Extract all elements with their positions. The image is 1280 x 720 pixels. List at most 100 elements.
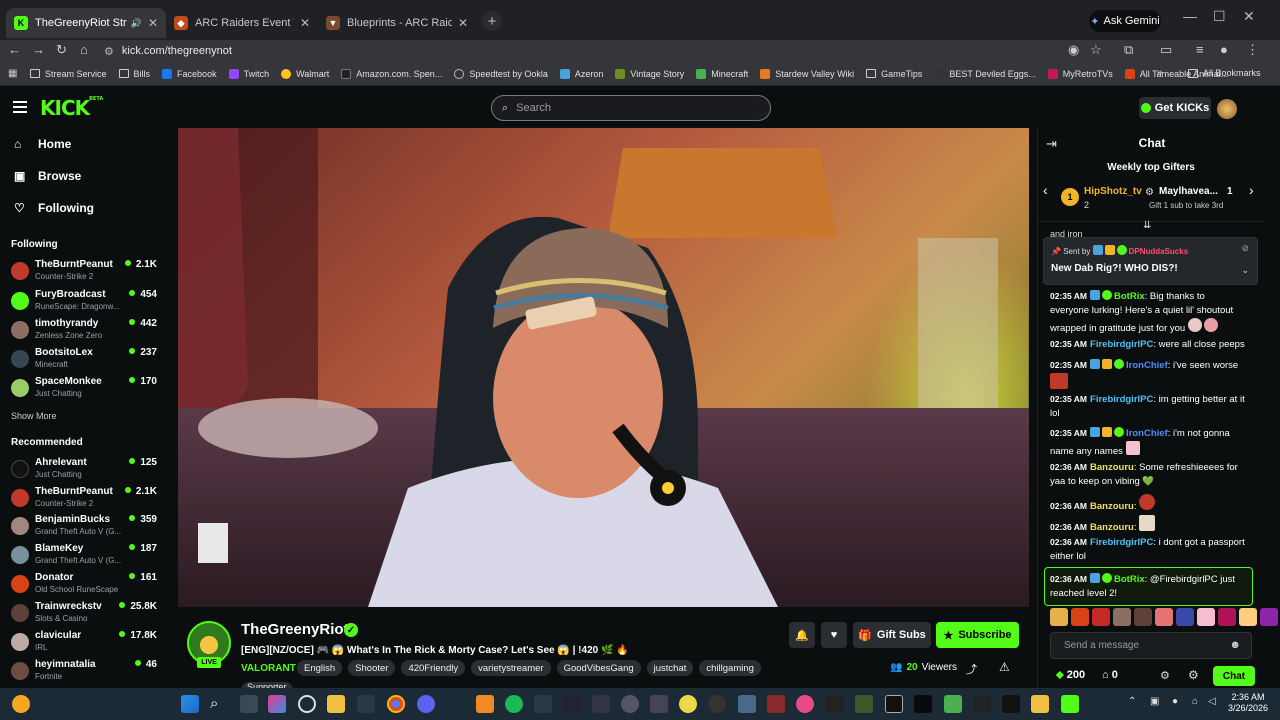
star-icon[interactable]: ☆ <box>1090 42 1102 58</box>
pin-toggle-icon[interactable]: ⇊ <box>1143 220 1151 231</box>
all-bookmarks[interactable]: All Bookmarks <box>1188 68 1261 78</box>
emote-icon[interactable] <box>1155 608 1173 626</box>
channel-name[interactable]: TheGreenyRiot <box>241 621 349 638</box>
followed-channel[interactable]: timothyrandy Zenless Zone Zero 442 <box>11 318 161 344</box>
followed-channel[interactable]: FuryBroadcast RuneScape: Dragonw... 454 <box>11 289 161 315</box>
kebab-menu-icon[interactable]: ⋮ <box>1246 42 1259 58</box>
app-icon[interactable] <box>1002 695 1020 713</box>
close-icon[interactable]: ✕ <box>148 16 158 30</box>
settings-icon[interactable] <box>621 695 639 713</box>
recommended-channel[interactable]: heyimnatalia Fortnite 46 <box>11 659 161 685</box>
recommended-channel[interactable]: BlameKey Grand Theft Auto V (G... 187 <box>11 543 161 569</box>
chevron-left-icon[interactable]: ‹ <box>1043 182 1048 198</box>
chevron-down-icon[interactable]: ⌄ <box>1241 265 1249 276</box>
show-more-link[interactable]: Show More <box>11 411 57 421</box>
emote-picker-icon[interactable]: ⚙ <box>1188 668 1199 682</box>
unpin-icon[interactable]: ⊘ <box>1241 243 1249 254</box>
bookmark-item[interactable]: Stardew Valley Wiki <box>760 68 854 79</box>
notifications-button[interactable]: 🔔 <box>789 622 815 648</box>
stream-category[interactable]: VALORANT <box>241 663 296 674</box>
chevron-right-icon[interactable]: › <box>1249 182 1254 198</box>
close-window-icon[interactable]: ✕ <box>1243 8 1255 25</box>
eye-icon[interactable]: ◉ <box>1068 42 1079 58</box>
emote-icon[interactable] <box>1134 608 1152 626</box>
back-icon[interactable]: ← <box>8 42 21 57</box>
spotify-icon[interactable] <box>505 695 523 713</box>
tab-kick-stream[interactable]: K TheGreenyRiot Stream - W 🔊 ✕ <box>6 8 166 38</box>
extensions-icon[interactable]: ⧉ <box>1124 42 1133 58</box>
recommended-channel[interactable]: Trainwreckstv Slots & Casino 25.8K <box>11 601 161 627</box>
hamburger-menu-icon[interactable] <box>13 101 27 116</box>
copilot-icon[interactable] <box>268 695 286 713</box>
followed-channel[interactable]: TheBurntPeanut Counter-Strike 2 2.1K <box>11 259 161 285</box>
video-player[interactable] <box>178 128 1029 607</box>
app-icon[interactable] <box>973 695 991 713</box>
bookmark-item[interactable]: BEST Deviled Eggs... <box>934 68 1036 79</box>
kicks-balance[interactable]: ⬥ 200 <box>1056 669 1085 682</box>
app-icon[interactable] <box>885 695 903 713</box>
tag[interactable]: 420Friendly <box>401 660 466 676</box>
sidebar-item-browse[interactable]: ▣ Browse <box>14 169 81 183</box>
minimize-icon[interactable]: — <box>1183 8 1197 24</box>
recommended-channel[interactable]: BenjaminBucks Grand Theft Auto V (G... 359 <box>11 514 161 540</box>
bookmark-item[interactable]: GameTips <box>866 69 922 79</box>
epic-games-icon[interactable] <box>826 695 844 713</box>
gift-subs-button[interactable]: 🎁 Gift Subs <box>853 622 931 648</box>
recommended-channel[interactable]: Ahrelevant Just Chatting 125 <box>11 457 161 483</box>
chevron-right-icon[interactable]: » <box>1157 67 1163 78</box>
bookmark-item[interactable]: Vintage Story <box>615 68 684 79</box>
bookmark-item[interactable]: Facebook <box>162 68 217 79</box>
apps-grid-icon[interactable]: ▦ <box>8 68 17 79</box>
emoji-icon[interactable]: ☻ <box>1229 639 1241 651</box>
app-icon[interactable] <box>855 695 873 713</box>
steam-icon[interactable] <box>446 695 464 713</box>
bookmark-item[interactable]: Minecraft <box>696 68 748 79</box>
app-icon[interactable] <box>563 695 581 713</box>
bookmark-item[interactable]: Speedtest by Ookla <box>454 68 548 79</box>
emote-icon[interactable] <box>1050 608 1068 626</box>
system-clock[interactable]: 2:36 AM 3/26/2026 <box>1228 692 1268 714</box>
sidebar-item-following[interactable]: ♡ Following <box>14 201 94 215</box>
pinned-message[interactable]: 📌 Sent by DPNuddaSucks New Dab Rig?! WHO… <box>1043 237 1258 285</box>
emote-icon[interactable] <box>1239 608 1257 626</box>
microphone-icon[interactable]: ● <box>1172 696 1178 707</box>
app-icon[interactable] <box>650 695 668 713</box>
forward-icon[interactable]: → <box>32 42 45 57</box>
vlc-icon[interactable] <box>476 695 494 713</box>
tag[interactable]: English <box>297 660 343 676</box>
followed-channel[interactable]: BootsitoLex Minecraft 237 <box>11 347 161 373</box>
recommended-channel[interactable]: clavicular IRL 17.8K <box>11 630 161 656</box>
bookmark-item[interactable]: Twitch <box>228 68 269 79</box>
settings-icon[interactable]: ⚙ <box>1160 669 1170 682</box>
subscribe-button[interactable]: ★ Subscribe <box>936 622 1019 648</box>
task-view-icon[interactable] <box>240 695 258 713</box>
recommended-channel[interactable]: Donator Old School RuneScape 161 <box>11 572 161 598</box>
tag[interactable]: Shooter <box>348 660 396 676</box>
site-info-icon[interactable]: ⚙ <box>104 45 114 58</box>
kick-logo[interactable]: KICKBETA <box>40 96 103 120</box>
home-browser-icon[interactable]: ⌂ <box>80 42 88 57</box>
gifter-name[interactable]: HipShotz_tv <box>1084 186 1142 197</box>
bookmark-item[interactable]: Walmart <box>281 68 329 79</box>
close-icon[interactable]: ✕ <box>458 16 468 30</box>
tab-arc-wiki[interactable]: ▼ Blueprints - ARC Raiders Wiki ✕ <box>318 8 476 38</box>
followed-channel[interactable]: SpaceMonkee Just Chatting 170 <box>11 376 161 402</box>
chrome-icon[interactable] <box>387 695 405 713</box>
kick-taskbar-icon[interactable] <box>1061 695 1079 713</box>
tag[interactable]: varietystreamer <box>471 660 551 676</box>
app-icon[interactable] <box>12 695 30 713</box>
gift-balance[interactable]: ⌂ 0 <box>1102 669 1118 681</box>
volume-icon[interactable]: ◁ <box>1208 696 1216 707</box>
store-icon[interactable] <box>357 695 375 713</box>
app-icon[interactable] <box>767 695 785 713</box>
emote-icon[interactable] <box>1092 608 1110 626</box>
bookmark-item[interactable]: Azeron <box>559 68 603 79</box>
tag[interactable]: chillgaming <box>699 660 761 676</box>
ask-gemini-button[interactable]: ✦ Ask Gemini <box>1089 10 1161 32</box>
tag[interactable]: justchat <box>646 660 694 676</box>
network-icon[interactable]: ⌂ <box>1192 696 1198 707</box>
file-explorer-icon[interactable] <box>327 695 345 713</box>
recommended-channel[interactable]: TheBurntPeanut Counter-Strike 2 2.1K <box>11 486 161 512</box>
app-icon[interactable] <box>796 695 814 713</box>
emote-icon[interactable] <box>1071 608 1089 626</box>
